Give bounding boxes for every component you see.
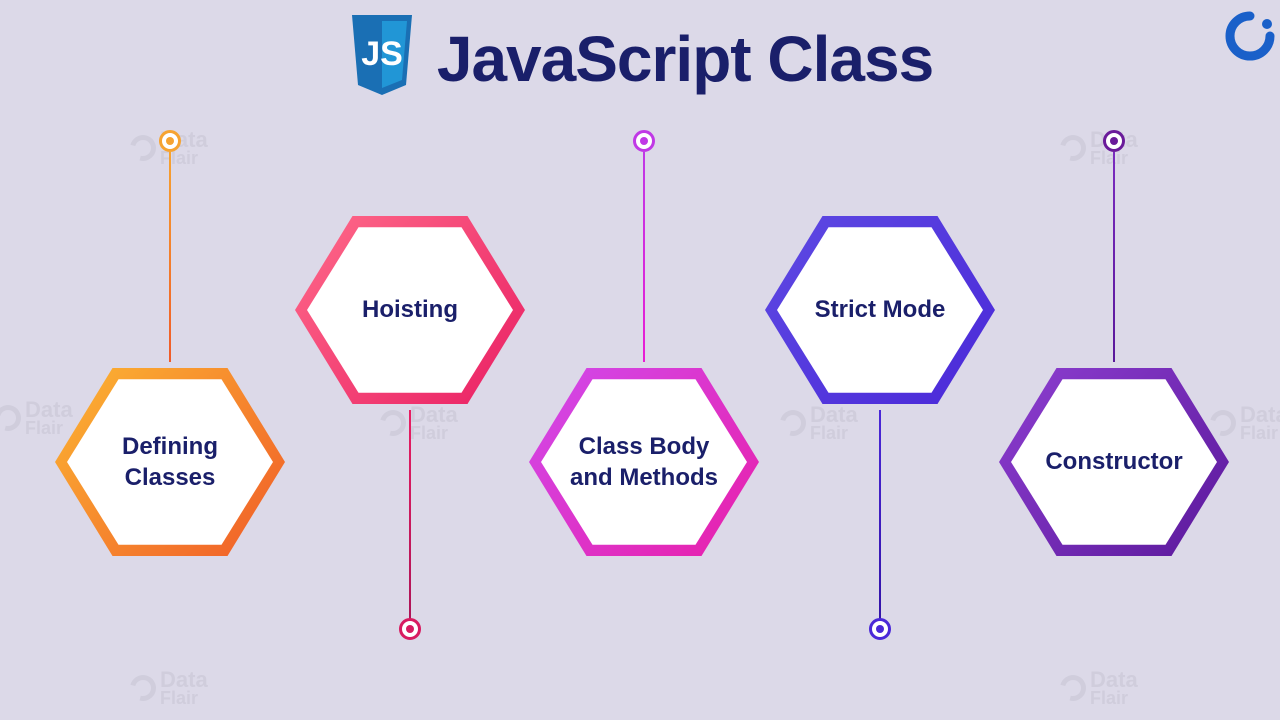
diagram-node-class-body-methods: Class Body and Methods	[524, 130, 764, 562]
hexagon: Defining Classes	[55, 362, 285, 562]
hexagon: Hoisting	[295, 210, 525, 410]
js-shield-icon: JS	[347, 15, 417, 103]
connector-line	[643, 152, 645, 362]
hexagon-label: Class Body and Methods	[567, 431, 721, 493]
hexagon: Constructor	[999, 362, 1229, 562]
diagram-node-constructor: Constructor	[994, 130, 1234, 562]
hexagon: Class Body and Methods	[529, 362, 759, 562]
connector-dot-icon	[1103, 130, 1125, 152]
hexagon-label: Constructor	[1045, 446, 1182, 477]
connector-line	[879, 410, 881, 620]
hexagon-label: Defining Classes	[93, 431, 247, 493]
hexagon: Strict Mode	[765, 210, 995, 410]
hexagon-diagram: Defining Classes Hoisting Class Body and…	[0, 130, 1280, 720]
connector-line	[409, 410, 411, 620]
title-text: JavaScript Class	[437, 22, 933, 96]
page-title: JS JavaScript Class	[0, 15, 1280, 108]
connector-line	[169, 152, 171, 362]
svg-text:JS: JS	[361, 35, 403, 73]
connector-dot-icon	[159, 130, 181, 152]
connector-dot-icon	[633, 130, 655, 152]
hexagon-label: Hoisting	[362, 294, 458, 325]
diagram-node-defining-classes: Defining Classes	[50, 130, 290, 562]
diagram-node-hoisting: Hoisting	[290, 130, 530, 410]
connector-dot-icon	[399, 618, 421, 640]
connector-line	[1113, 152, 1115, 362]
hexagon-label: Strict Mode	[815, 294, 946, 325]
diagram-node-strict-mode: Strict Mode	[760, 130, 1000, 410]
connector-dot-icon	[869, 618, 891, 640]
